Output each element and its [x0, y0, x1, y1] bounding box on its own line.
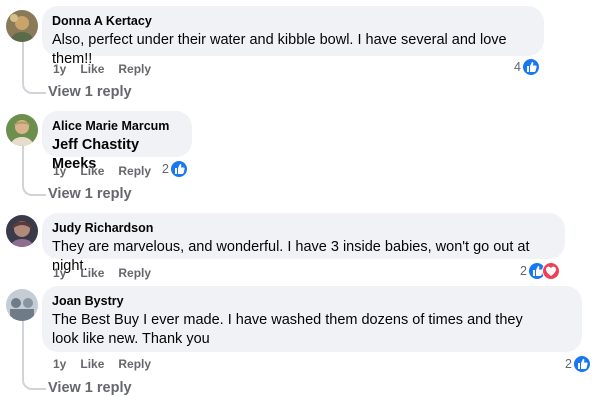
thread-line	[22, 42, 24, 84]
like-button[interactable]: Like	[80, 357, 104, 371]
reaction-summary[interactable]: 2	[520, 262, 560, 280]
thread-line	[22, 318, 24, 380]
comment-time[interactable]: 1y	[53, 266, 66, 280]
thread-connector	[22, 84, 46, 94]
thread-line	[22, 146, 24, 186]
avatar[interactable]	[6, 10, 38, 42]
avatar[interactable]	[6, 215, 38, 247]
like-reaction-icon	[521, 58, 540, 76]
avatar[interactable]	[6, 114, 38, 146]
avatar-photo-icon	[6, 114, 38, 146]
comment-bubble: Alice Marie Marcum Jeff Chastity Meeks	[42, 111, 192, 172]
avatar-photo-icon	[6, 10, 38, 42]
like-button[interactable]: Like	[80, 266, 104, 280]
comment-time[interactable]: 1y	[53, 62, 66, 76]
reaction-count: 2	[162, 162, 169, 176]
like-button[interactable]: Like	[80, 164, 104, 178]
avatar-photo-icon	[6, 289, 38, 321]
love-reaction-icon	[541, 262, 560, 280]
thread-connector	[22, 380, 46, 390]
view-replies-link[interactable]: View 1 reply	[48, 84, 132, 100]
view-replies-link[interactable]: View 1 reply	[48, 186, 132, 202]
comment-bubble: Donna A Kertacy Also, perfect under thei…	[42, 6, 544, 67]
like-reaction-icon	[169, 160, 188, 178]
comment-actions: 1y Like Reply	[53, 266, 151, 280]
reply-button[interactable]: Reply	[118, 266, 151, 280]
comment-time[interactable]: 1y	[53, 357, 66, 371]
reaction-count: 2	[520, 264, 527, 278]
reaction-summary[interactable]: 2	[565, 355, 591, 373]
comment-actions: 1y Like Reply	[53, 357, 151, 371]
reply-button[interactable]: Reply	[118, 357, 151, 371]
reaction-count: 4	[514, 60, 521, 74]
reaction-summary[interactable]: 2	[162, 160, 188, 178]
comment-bubble: Joan Bystry The Best Buy I ever made. I …	[42, 286, 582, 352]
reply-button[interactable]: Reply	[118, 164, 151, 178]
reaction-count: 2	[565, 357, 572, 371]
comment-actions: 1y Like Reply	[53, 62, 151, 76]
reply-button[interactable]: Reply	[118, 62, 151, 76]
view-replies-link[interactable]: View 1 reply	[48, 380, 132, 396]
comment-actions: 1y Like Reply	[53, 164, 151, 178]
avatar[interactable]	[6, 289, 38, 321]
avatar-photo-icon	[6, 215, 38, 247]
like-button[interactable]: Like	[80, 62, 104, 76]
thread-connector	[22, 186, 46, 196]
comment-author[interactable]: Judy Richardson	[52, 220, 553, 236]
comment-author[interactable]: Joan Bystry	[52, 293, 570, 309]
comment-bubble: Judy Richardson They are marvelous, and …	[42, 213, 565, 274]
comment-text: The Best Buy I ever made. I have washed …	[52, 312, 523, 347]
reaction-summary[interactable]: 4	[514, 58, 540, 76]
comment-time[interactable]: 1y	[53, 164, 66, 178]
comment-author[interactable]: Alice Marie Marcum	[52, 118, 180, 134]
comment-author[interactable]: Donna A Kertacy	[52, 13, 532, 29]
like-reaction-icon	[572, 355, 591, 373]
